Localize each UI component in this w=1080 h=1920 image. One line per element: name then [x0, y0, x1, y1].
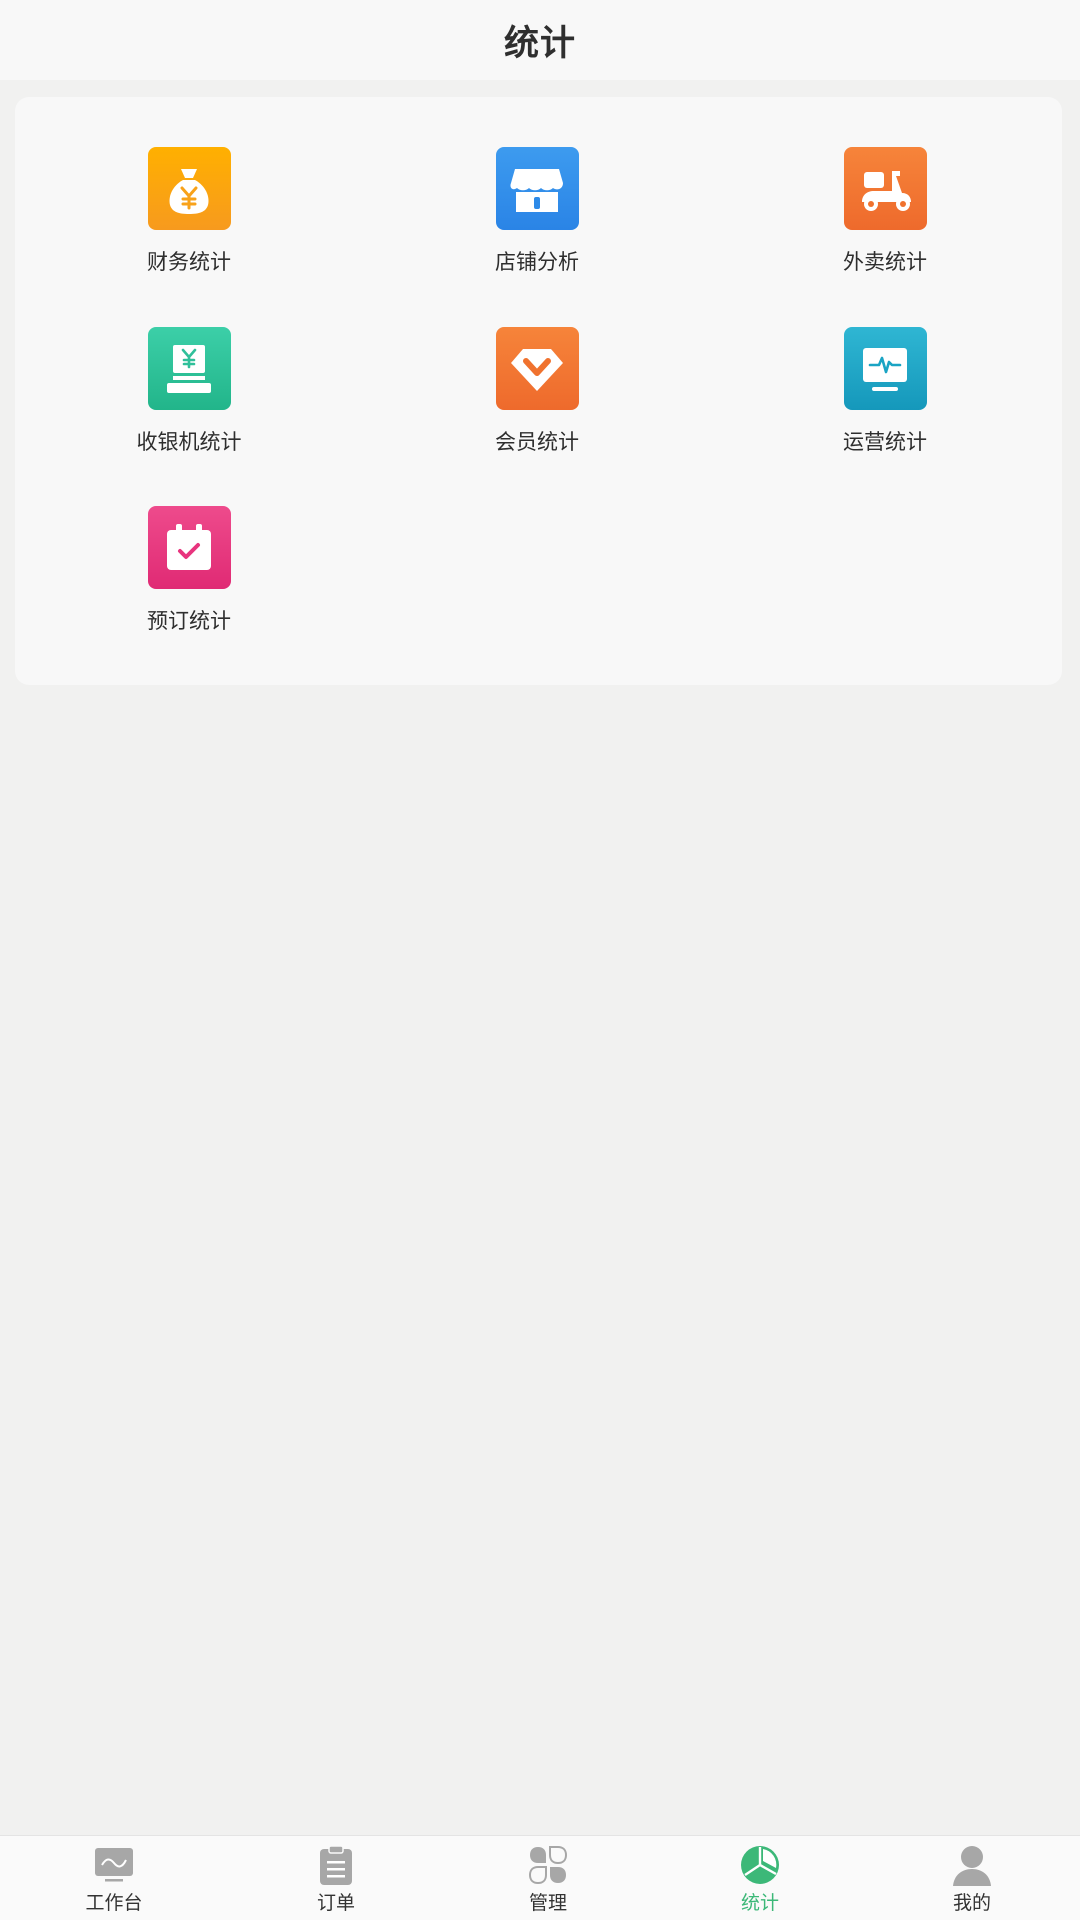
cash-register-icon: [147, 327, 231, 410]
menu-item-cash-register-statistics[interactable]: 收银机统计: [89, 327, 289, 477]
menu-item-label: 店铺分析: [495, 250, 579, 274]
menu-item-label: 运营统计: [843, 430, 927, 454]
tab-label: 管理: [528, 1892, 567, 1914]
calendar-check-icon: [147, 506, 231, 589]
tab-orders[interactable]: 订单: [266, 1836, 406, 1920]
statistics-page: 统计 财务统计 店铺分析 外卖统计 收银机统计 会员统计 运营统计 预订统计 工…: [0, 0, 1080, 1920]
tab-label: 工作台: [85, 1892, 143, 1914]
monitor-pulse-icon: [843, 327, 927, 410]
menu-item-finance-statistics[interactable]: 财务统计: [89, 147, 289, 297]
menu-item-operation-statistics[interactable]: 运营统计: [785, 327, 985, 477]
tab-label: 我的: [952, 1892, 991, 1914]
user-icon: [950, 1844, 994, 1886]
grid-leaf-icon: [526, 1844, 570, 1886]
menu-item-label: 财务统计: [147, 250, 231, 274]
menu-item-store-analysis[interactable]: 店铺分析: [437, 147, 637, 297]
menu-item-label: 会员统计: [495, 430, 579, 454]
tab-statistics[interactable]: 统计: [690, 1836, 830, 1920]
top-bar: 统计: [0, 0, 1080, 80]
menu-item-label: 外卖统计: [843, 250, 927, 274]
menu-item-member-statistics[interactable]: 会员统计: [437, 327, 637, 477]
monitor-icon: [92, 1844, 136, 1886]
menu-item-label: 预订统计: [147, 609, 231, 633]
menu-item-reservation-statistics[interactable]: 预订统计: [89, 506, 289, 656]
menu-item-takeout-statistics[interactable]: 外卖统计: [785, 147, 985, 297]
statistics-menu-card: 财务统计 店铺分析 外卖统计 收银机统计 会员统计 运营统计 预订统计: [15, 97, 1062, 685]
store-icon: [495, 147, 579, 230]
tab-workbench[interactable]: 工作台: [44, 1836, 184, 1920]
scooter-icon: [843, 147, 927, 230]
tab-management[interactable]: 管理: [478, 1836, 618, 1920]
menu-item-label: 收银机统计: [136, 430, 242, 454]
pie-chart-icon: [738, 1844, 782, 1886]
page-title: 统计: [503, 23, 576, 64]
bottom-tab-bar: 工作台 订单 管理 统计 我的: [0, 1835, 1080, 1920]
money-bag-icon: [147, 147, 231, 230]
diamond-icon: [495, 327, 579, 410]
tab-label: 订单: [316, 1892, 355, 1914]
clipboard-icon: [314, 1844, 358, 1886]
tab-mine[interactable]: 我的: [902, 1836, 1042, 1920]
tab-label: 统计: [740, 1892, 779, 1914]
